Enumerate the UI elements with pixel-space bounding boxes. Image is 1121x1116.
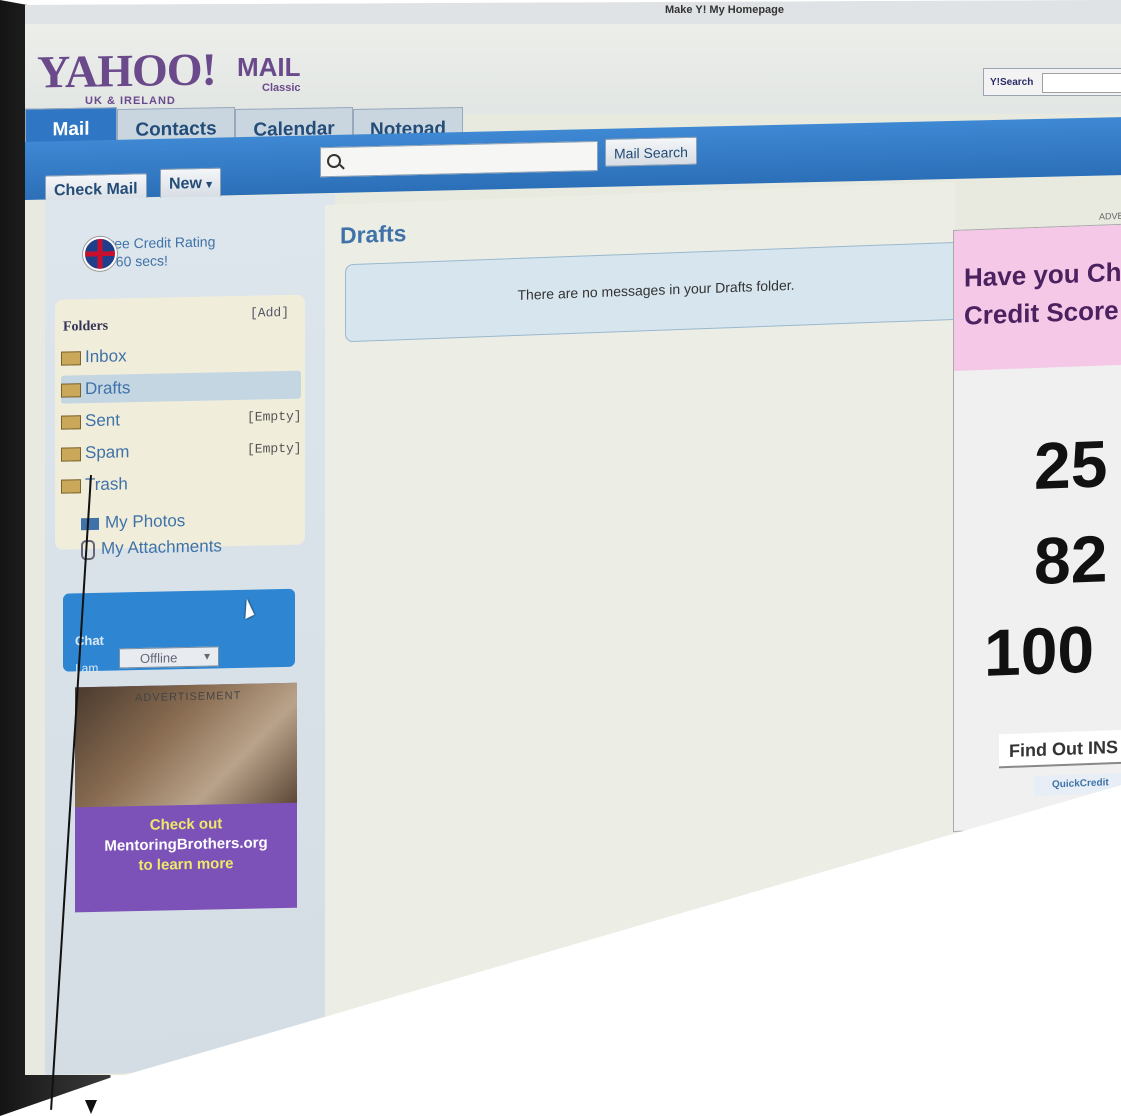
spam-empty-link[interactable]: [Empty] [247,435,302,464]
folder-trash[interactable]: Trash [61,467,301,500]
my-photos-link[interactable]: My Photos [81,511,185,533]
logo-region: UK & IRELAND [85,95,176,107]
mouse-cursor-icon [237,598,255,620]
inbox-folder-icon [61,350,81,366]
sent-empty-link[interactable]: [Empty] [247,403,302,432]
folder-sent[interactable]: Sent [Empty] [61,403,302,436]
ad-headline-panel: Have you Ch Credit Score [954,224,1121,371]
ad-number-2: 82 [1034,521,1108,599]
make-homepage-link[interactable]: Make Y! My Homepage [665,4,784,16]
trash-folder-icon [61,478,81,494]
ad-number-3: 100 [984,611,1095,690]
add-folder-link[interactable]: [Add] [250,305,289,321]
yahoo-search-label: Y!Search [990,77,1034,88]
new-label: New [169,174,202,193]
credit-rating-ad[interactable]: Free Credit Rating in 60 secs! [83,232,216,272]
folders-heading: Folders [63,318,109,335]
mail-wordmark: MAIL [237,52,301,82]
yahoo-logo[interactable]: YAHOO! [37,42,216,98]
sidebar: Free Credit Rating in 60 secs! Folders [… [45,193,335,1075]
mentoring-ad[interactable]: ADVERTISEMENT Check out MentoringBrother… [75,682,297,913]
folder-spam[interactable]: Spam [Empty] [61,435,302,468]
credit-ad-line2: in 60 secs! [101,252,168,270]
paperclip-icon [81,539,95,560]
advert-label: ADVERT [1099,210,1121,222]
credit-score-ad[interactable]: ADVERT Have you Ch Credit Score 25 82 10… [953,210,1121,833]
annotation-arrow-head [85,1100,97,1114]
ad-text: Check out MentoringBrothers.org to learn… [104,815,268,875]
empty-folder-box: There are no messages in your Drafts fol… [345,241,965,343]
ad-number-1: 25 [1034,426,1108,504]
search-icon [327,153,341,169]
yahoo-search-input[interactable] [1042,73,1121,93]
mail-search-button[interactable]: Mail Search [605,136,697,167]
drafts-folder-icon [61,382,81,398]
photos-icon [81,517,99,530]
chat-panel: Chat I am Offline ▼ [63,588,295,675]
mail-header: YAHOO! UK & IRELAND MAIL Classic Y!Searc… [25,24,1121,114]
classic-label: Classic [262,82,301,94]
chevron-down-icon: ▼ [202,651,212,663]
sent-folder-icon [61,414,81,430]
folder-drafts[interactable]: Drafts [61,370,301,404]
spam-folder-icon [61,446,81,462]
my-attachments-link[interactable]: My Attachments [81,536,222,560]
chevron-down-icon: ▾ [206,178,212,191]
chat-status-select[interactable]: Offline ▼ [119,646,219,669]
find-out-button[interactable]: Find Out INS [999,728,1121,769]
credit-ad-line1: Free Credit Rating [101,233,216,252]
page-title: Drafts [340,220,407,249]
new-button[interactable]: New ▾ [160,167,221,199]
ad-label: ADVERTISEMENT [135,689,242,705]
empty-folder-message: There are no messages in your Drafts fol… [517,276,795,303]
yahoo-search: Y!Search [983,68,1121,96]
mail-search-input[interactable] [320,140,598,178]
ad-headline: Have you Ch Credit Score [964,256,1121,331]
folder-inbox[interactable]: Inbox [61,339,301,372]
folders-panel: Folders [Add] Inbox Drafts Sent [Empty] … [55,294,305,560]
